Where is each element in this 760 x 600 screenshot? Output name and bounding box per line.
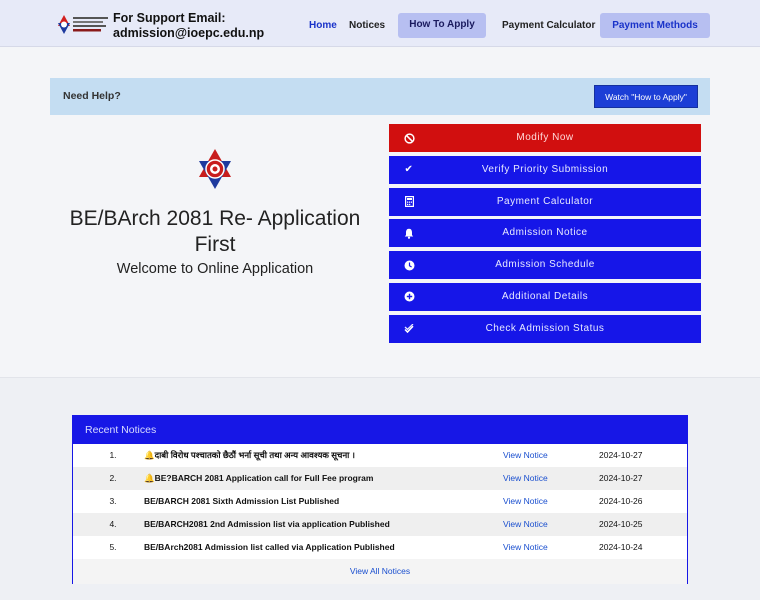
notice-title: BE/BArch2081 Admission list called via A… — [144, 542, 395, 552]
table-row: 2. 🔔BE?BARCH 2081 Application call for F… — [73, 467, 687, 490]
additional-details-button[interactable]: Additional Details — [389, 282, 701, 311]
row-number: 3. — [109, 496, 117, 506]
help-label: Need Help? — [63, 90, 121, 102]
notice-title-text: BE?BARCH 2081 Application call for Full … — [154, 473, 374, 483]
bell-icon: 🔔 — [144, 473, 155, 483]
notice-title-text: दाबी विरोध पश्चातको छैठौं भर्ना सूची तथा… — [154, 450, 355, 460]
nav-payment-methods[interactable]: Payment Methods — [600, 13, 710, 38]
view-notice-link[interactable]: View Notice — [503, 536, 548, 559]
modify-now-label: Modify Now — [516, 132, 574, 143]
bell-icon — [401, 219, 417, 247]
payment-calculator-button[interactable]: Payment Calculator — [389, 187, 701, 216]
notice-date: 2024-10-25 — [599, 519, 643, 529]
view-notice-link[interactable]: View Notice — [503, 490, 548, 513]
top-navbar: For Support Email: admission@ioepc.edu.n… — [0, 0, 760, 47]
table-row: 5. BE/BArch2081 Admission list called vi… — [73, 536, 687, 559]
support-email: For Support Email: admission@ioepc.edu.n… — [113, 11, 264, 41]
welcome-text: Welcome to Online Application — [116, 261, 314, 277]
plus-circle-icon — [401, 283, 417, 311]
notice-date: 2024-10-26 — [599, 496, 643, 506]
tu-emblem — [199, 149, 231, 189]
ban-icon — [401, 124, 417, 152]
notice-date: 2024-10-24 — [599, 542, 643, 552]
view-notice-link[interactable]: View Notice — [503, 513, 548, 536]
notice-title: 🔔BE?BARCH 2081 Application call for Full… — [144, 467, 484, 490]
admission-schedule-button[interactable]: Admission Schedule — [389, 251, 701, 280]
nav-home[interactable]: Home — [309, 14, 337, 38]
tu-logo[interactable] — [56, 14, 110, 36]
clock-icon — [401, 251, 417, 279]
help-banner: Need Help? Watch "How to Apply" — [50, 78, 710, 115]
view-notice-link[interactable]: View Notice — [503, 467, 548, 490]
main-section: Need Help? Watch "How to Apply" BE/BArch… — [0, 47, 760, 378]
notices-table: 1. 🔔दाबी विरोध पश्चातको छैठौं भर्ना सूची… — [73, 444, 687, 584]
calculator-icon — [401, 188, 417, 216]
table-row: 3. BE/BARCH 2081 Sixth Admission List Pu… — [73, 490, 687, 513]
verify-priority-button[interactable]: ✔ Verify Priority Submission — [389, 155, 701, 184]
recent-notices-heading: Recent Notices — [85, 424, 157, 436]
verify-priority-label: Verify Priority Submission — [481, 163, 609, 175]
bell-icon: 🔔 — [144, 450, 155, 460]
admission-schedule-label: Admission Schedule — [495, 259, 595, 271]
notice-title: BE/BARCH2081 2nd Admission list via appl… — [144, 519, 390, 529]
check-admission-status-button[interactable]: Check Admission Status — [389, 314, 701, 343]
view-notice-link[interactable]: View Notice — [503, 444, 548, 467]
modify-now-button[interactable]: Modify Now — [389, 124, 701, 152]
check-admission-status-label: Check Admission Status — [485, 322, 605, 334]
view-all-notices-link[interactable]: View All Notices — [73, 559, 687, 584]
watch-how-to-apply-button[interactable]: Watch "How to Apply" — [594, 85, 698, 108]
row-number: 2. — [109, 473, 117, 483]
row-number: 5. — [109, 542, 117, 552]
recent-notices-panel: Recent Notices 1. 🔔दाबी विरोध पश्चातको छ… — [72, 415, 688, 584]
action-menu: Modify Now ✔ Verify Priority Submission … — [389, 124, 701, 347]
notice-title: 🔔दाबी विरोध पश्चातको छैठौं भर्ना सूची तथ… — [144, 444, 484, 467]
admission-notice-button[interactable]: Admission Notice — [389, 219, 701, 248]
nav-how-to-apply[interactable]: How To Apply — [398, 13, 486, 38]
table-row: 4. BE/BARCH2081 2nd Admission list via a… — [73, 513, 687, 536]
admission-notice-label: Admission Notice — [502, 227, 588, 239]
payment-calculator-label: Payment Calculator — [496, 195, 594, 207]
nav-notices[interactable]: Notices — [349, 14, 385, 38]
table-row: 1. 🔔दाबी विरोध पश्चातको छैठौं भर्ना सूची… — [73, 444, 687, 467]
notice-title: BE/BARCH 2081 Sixth Admission List Publi… — [144, 496, 340, 506]
notice-date: 2024-10-27 — [599, 473, 643, 483]
row-number: 1. — [109, 450, 117, 460]
row-number: 4. — [109, 519, 117, 529]
support-address: admission@ioepc.edu.np — [113, 26, 265, 40]
additional-details-label: Additional Details — [501, 290, 589, 302]
nav-payment-calculator[interactable]: Payment Calculator — [502, 14, 595, 38]
notice-date: 2024-10-27 — [599, 450, 643, 460]
double-check-icon — [401, 315, 417, 343]
check-icon: ✔ — [404, 163, 414, 175]
support-label: For Support Email: — [113, 11, 226, 25]
application-title: BE/BArch 2081 Re- Application First — [69, 207, 361, 256]
